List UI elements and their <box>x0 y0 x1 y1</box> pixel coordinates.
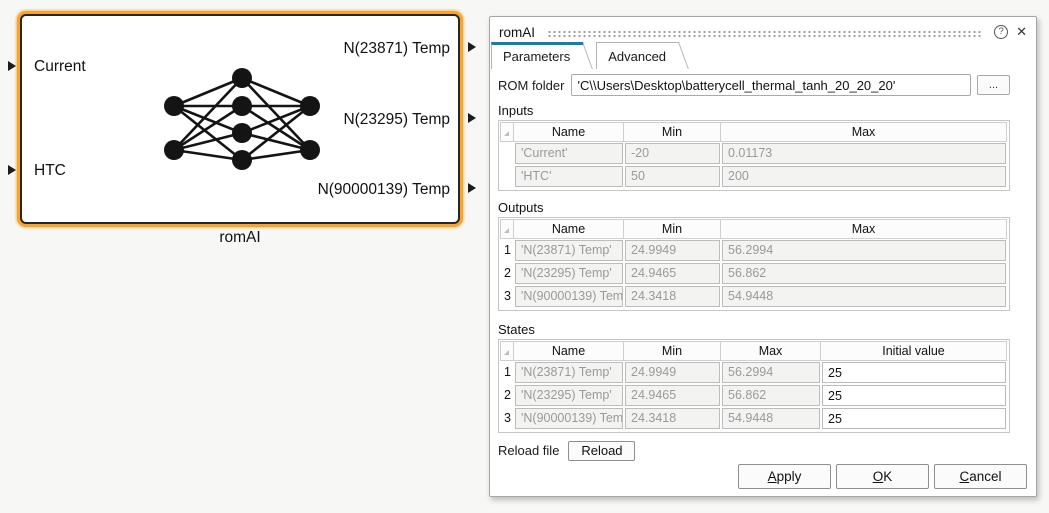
outputs-section-label: Outputs <box>498 200 1010 215</box>
row-number <box>500 166 514 187</box>
dialog-footer-buttons: Apply OK Cancel <box>738 464 1027 489</box>
ok-button[interactable]: OK <box>836 464 929 489</box>
column-header-min: Min <box>624 341 721 361</box>
table-corner-cell <box>500 122 514 142</box>
output-port-arrow-3[interactable] <box>468 183 476 193</box>
input-port-label-current: Current <box>34 58 86 76</box>
cell-max: 56.862 <box>722 385 820 406</box>
input-port-arrow-1[interactable] <box>8 61 16 71</box>
output-port-arrow-2[interactable] <box>468 113 476 123</box>
column-header-max: Max <box>721 122 1007 142</box>
block-parameters-dialog: romAI ? ✕ Parameters Advanced ROM folder… <box>489 16 1037 497</box>
input-port-arrow-2[interactable] <box>8 165 16 175</box>
tab-strip: Parameters Advanced <box>491 42 1036 69</box>
output-port-label-1: N(23871) Temp <box>343 40 450 58</box>
column-header-max: Max <box>721 341 821 361</box>
browse-button[interactable]: ... <box>977 75 1010 95</box>
tab-parameters[interactable]: Parameters <box>491 42 574 69</box>
rom-folder-input[interactable] <box>571 74 971 96</box>
cell-max: 56.2994 <box>722 362 820 383</box>
cell-min: 24.9465 <box>625 385 720 406</box>
column-header-initial-value: Initial value <box>821 341 1007 361</box>
row-number: 3 <box>500 408 514 429</box>
cell-name: 'N(90000139) Temp' <box>515 286 623 307</box>
inputs-section-label: Inputs <box>498 103 1010 118</box>
cell-min: 24.3418 <box>625 286 720 307</box>
apply-button[interactable]: Apply <box>738 464 831 489</box>
table-corner-cell <box>500 341 514 361</box>
cell-max: 54.9448 <box>722 408 820 429</box>
table-corner-cell <box>500 219 514 239</box>
column-header-min: Min <box>624 219 721 239</box>
cell-max: 56.862 <box>722 263 1006 284</box>
row-number <box>500 143 514 164</box>
cell-min: -20 <box>625 143 720 164</box>
tab-advanced[interactable]: Advanced <box>596 42 670 69</box>
cancel-button[interactable]: Cancel <box>934 464 1027 489</box>
close-icon[interactable]: ✕ <box>1016 25 1027 39</box>
initial-value-input[interactable] <box>822 385 1006 406</box>
cell-name: 'N(23295) Temp' <box>515 263 623 284</box>
romai-block[interactable]: Current HTC N(23871) Temp N(23295) Temp … <box>20 14 460 224</box>
cell-name: 'N(23295) Temp' <box>515 385 623 406</box>
cell-max: 200 <box>722 166 1006 187</box>
cell-name: 'N(23871) Temp' <box>515 362 623 383</box>
neural-network-icon <box>152 62 332 176</box>
inputs-table: Name Min Max 'Current' -20 0.01173 'HTC'… <box>498 120 1010 191</box>
cell-min: 24.9465 <box>625 263 720 284</box>
dialog-content: ROM folder ... Inputs Name Min Max 'Curr… <box>490 74 1036 461</box>
column-header-max: Max <box>721 219 1007 239</box>
cell-max: 54.9448 <box>722 286 1006 307</box>
tab-advanced-label: Advanced <box>608 49 666 64</box>
cell-name: 'HTC' <box>515 166 623 187</box>
cell-min: 24.9949 <box>625 362 720 383</box>
block-name-label: romAI <box>20 229 460 247</box>
row-number: 1 <box>500 240 514 261</box>
simulink-canvas: Current HTC N(23871) Temp N(23295) Temp … <box>0 0 1049 513</box>
input-port-label-htc: HTC <box>34 162 66 180</box>
column-header-min: Min <box>624 122 721 142</box>
cell-max: 0.01173 <box>722 143 1006 164</box>
row-number: 1 <box>500 362 514 383</box>
apply-button-label: Apply <box>768 469 802 484</box>
row-number: 2 <box>500 263 514 284</box>
dialog-titlebar: romAI ? ✕ <box>490 17 1036 42</box>
ok-button-label: OK <box>873 469 893 484</box>
column-header-name: Name <box>514 219 624 239</box>
column-header-name: Name <box>514 122 624 142</box>
states-table: Name Min Max Initial value 1 'N(23871) T… <box>498 339 1010 433</box>
reload-button[interactable]: Reload <box>568 441 635 461</box>
cell-name: 'N(23871) Temp' <box>515 240 623 261</box>
cancel-button-label: Cancel <box>959 469 1001 484</box>
row-number: 2 <box>500 385 514 406</box>
cell-min: 24.3418 <box>625 408 720 429</box>
outputs-table: Name Min Max 1 'N(23871) Temp' 24.9949 5… <box>498 217 1010 311</box>
reload-file-label: Reload file <box>498 443 559 458</box>
cell-min: 50 <box>625 166 720 187</box>
column-header-name: Name <box>514 341 624 361</box>
cell-name: 'N(90000139) Temp' <box>515 408 623 429</box>
cell-max: 56.2994 <box>722 240 1006 261</box>
drag-handle-dots[interactable] <box>547 30 982 37</box>
rom-folder-label: ROM folder <box>498 78 564 93</box>
cell-min: 24.9949 <box>625 240 720 261</box>
help-icon[interactable]: ? <box>994 25 1008 39</box>
initial-value-input[interactable] <box>822 362 1006 383</box>
initial-value-input[interactable] <box>822 408 1006 429</box>
rom-folder-row: ROM folder ... <box>498 74 1010 96</box>
reload-row: Reload file Reload <box>498 440 1010 461</box>
output-port-label-3: N(90000139) Temp <box>318 181 450 199</box>
row-number: 3 <box>500 286 514 307</box>
tab-parameters-label: Parameters <box>503 49 570 64</box>
output-port-arrow-1[interactable] <box>468 42 476 52</box>
states-section-label: States <box>498 322 1010 337</box>
output-port-label-2: N(23295) Temp <box>343 111 450 129</box>
dialog-title: romAI <box>499 25 535 40</box>
cell-name: 'Current' <box>515 143 623 164</box>
